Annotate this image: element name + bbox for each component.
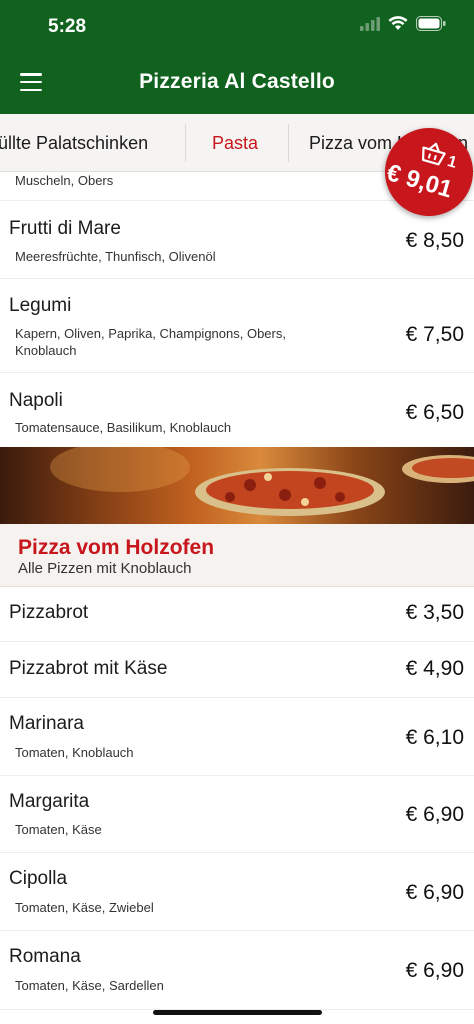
cart-total: € 9,01 xyxy=(383,159,456,204)
tab-pasta[interactable]: Pasta xyxy=(212,114,258,171)
item-description: Tomaten, Käse, Zwiebel xyxy=(15,900,154,915)
wifi-icon xyxy=(388,16,408,30)
item-name: Marinara xyxy=(9,713,84,734)
list-item[interactable]: Napoli Tomatensauce, Basilikum, Knoblauc… xyxy=(0,373,474,447)
list-item[interactable]: Cipolla Tomaten, Käse, Zwiebel € 6,90 xyxy=(0,853,474,931)
app-bar: 5:28 Pizzeria Al Castello xyxy=(0,0,474,114)
battery-icon xyxy=(416,16,446,31)
menu-list: Pizzabrot € 3,50 Pizzabrot mit Käse € 4,… xyxy=(0,587,474,1010)
tab-divider xyxy=(288,124,289,162)
item-description: Kapern, Oliven, Paprika, Champignons, Ob… xyxy=(15,326,286,358)
item-name: Pizzabrot xyxy=(9,602,89,623)
item-description: Tomaten, Käse xyxy=(15,822,102,837)
menu-list: Muscheln, Obers Frutti di Mare Meeresfrü… xyxy=(0,172,474,447)
item-description: Muscheln, Obers xyxy=(15,173,114,188)
list-item[interactable]: Legumi Kapern, Oliven, Paprika, Champign… xyxy=(0,279,474,373)
item-price: € 3,50 xyxy=(405,601,464,624)
item-price: € 6,90 xyxy=(405,881,464,904)
list-item[interactable]: Frutti di Mare Meeresfrüchte, Thunfisch,… xyxy=(0,201,474,279)
list-item[interactable]: Romana Tomaten, Käse, Sardellen € 6,90 xyxy=(0,931,474,1010)
item-name: Margarita xyxy=(9,791,90,812)
item-description: Tomaten, Käse, Sardellen xyxy=(15,978,164,993)
home-indicator[interactable] xyxy=(153,1010,322,1015)
list-item[interactable]: Marinara Tomaten, Knoblauch € 6,10 xyxy=(0,698,474,776)
item-name: Cipolla xyxy=(9,868,68,889)
item-description: Tomaten, Knoblauch xyxy=(15,745,134,760)
page-title: Pizzeria Al Castello xyxy=(139,70,335,93)
tab-palatschinken[interactable]: üllte Palatschinken xyxy=(0,114,148,171)
status-icons xyxy=(360,16,446,31)
cart-count: 1 xyxy=(445,153,459,172)
item-price: € 6,90 xyxy=(405,803,464,826)
item-price: € 8,50 xyxy=(405,229,464,252)
item-price: € 4,90 xyxy=(405,657,464,680)
section-title: Pizza vom Holzofen xyxy=(18,536,215,559)
status-time: 5:28 xyxy=(48,16,87,37)
signal-icon xyxy=(360,16,380,31)
pizza-illustration xyxy=(50,447,474,516)
section-subtitle: Alle Pizzen mit Knoblauch xyxy=(18,560,192,577)
item-price: € 6,50 xyxy=(405,401,464,424)
item-name: Romana xyxy=(9,946,81,967)
item-price: € 6,90 xyxy=(405,959,464,982)
item-description: Tomatensauce, Basilikum, Knoblauch xyxy=(15,420,232,435)
item-name: Legumi xyxy=(9,295,72,316)
item-price: € 7,50 xyxy=(405,323,464,346)
shopping-basket-icon xyxy=(422,142,446,166)
list-item[interactable]: Pizzabrot mit Käse € 4,90 xyxy=(0,642,474,698)
item-name: Frutti di Mare xyxy=(9,218,121,239)
tab-divider xyxy=(185,124,186,162)
section-header: Pizza vom Holzofen Alle Pizzen mit Knobl… xyxy=(0,524,474,587)
list-item[interactable]: Pizzabrot € 3,50 xyxy=(0,587,474,642)
item-description: Meeresfrüchte, Thunfisch, Olivenöl xyxy=(15,249,216,264)
pizza-banner-image xyxy=(0,447,474,524)
list-item[interactable]: Margarita Tomaten, Käse € 6,90 xyxy=(0,776,474,853)
item-name: Pizzabrot mit Käse xyxy=(9,658,168,679)
item-name: Napoli xyxy=(9,390,63,411)
item-price: € 6,10 xyxy=(405,726,464,749)
